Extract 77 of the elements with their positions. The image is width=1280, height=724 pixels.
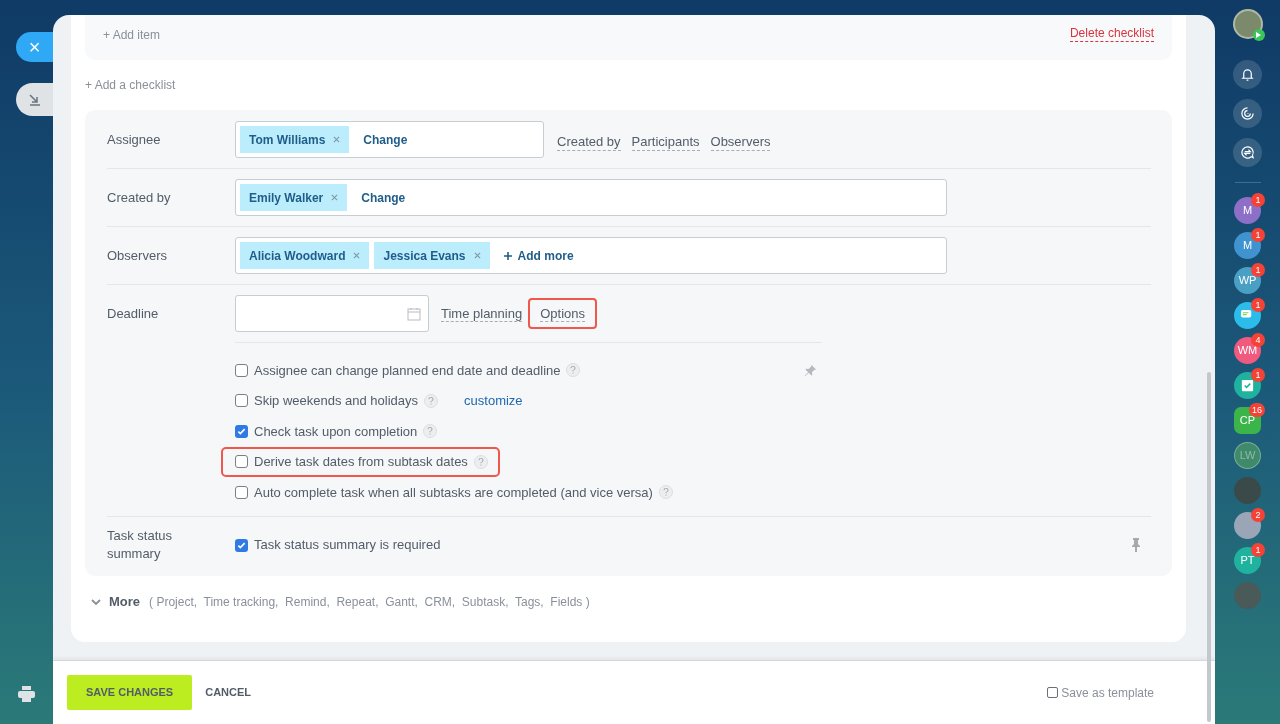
person-tag[interactable]: Jessica Evans xyxy=(374,242,490,269)
checkbox[interactable] xyxy=(235,424,248,438)
spiral-icon xyxy=(1240,106,1255,121)
collapse-button[interactable] xyxy=(16,83,53,116)
people-field[interactable]: Tom Williams Change xyxy=(235,121,544,158)
checkbox[interactable] xyxy=(235,394,248,408)
checked-box-icon xyxy=(1240,378,1255,393)
role-link[interactable]: Created by xyxy=(557,133,621,151)
notifications-button[interactable] xyxy=(1233,60,1262,89)
change-link[interactable]: Add more xyxy=(503,246,574,265)
field-label: Observers xyxy=(107,246,168,265)
date-field[interactable] xyxy=(235,295,429,332)
checkbox[interactable] xyxy=(235,455,248,469)
count-badge: 1 xyxy=(1251,543,1265,557)
person-tag[interactable]: Tom Williams xyxy=(240,126,350,153)
chat-button[interactable] xyxy=(1233,138,1262,167)
option-row[interactable]: Skip weekends and holidays customize xyxy=(235,385,523,416)
count-badge: 4 xyxy=(1251,333,1265,347)
change-link[interactable]: Change xyxy=(361,188,406,207)
chat-arrows-icon xyxy=(1240,145,1255,160)
add-checklist-link[interactable]: + Add a checklist xyxy=(85,76,176,94)
people-field[interactable]: Emily Walker Change xyxy=(235,179,947,216)
avatar-photo[interactable] xyxy=(1232,9,1263,39)
option-row[interactable]: Derive task dates from subtask dates xyxy=(221,446,500,477)
option-label: Skip weekends and holidays xyxy=(254,392,419,410)
avatar-photo[interactable] xyxy=(1234,512,1261,539)
remove-icon[interactable] xyxy=(331,194,339,201)
deadline-link[interactable]: Time planning xyxy=(435,299,529,328)
chevron-down-icon xyxy=(91,598,101,606)
spiral-button[interactable] xyxy=(1233,99,1262,128)
remove-icon[interactable] xyxy=(353,252,361,259)
more-toggle[interactable]: More xyxy=(91,592,141,612)
option-label: Assignee can change planned end date and deadline xyxy=(254,361,561,380)
chat-avatar[interactable] xyxy=(1234,302,1261,329)
checkbox[interactable] xyxy=(235,363,248,377)
option-row[interactable]: Auto complete task when all subtasks are completed (and vice versa) xyxy=(235,477,673,508)
more-fields-list: ( Project, Time tracking, Remind, Repeat, Gantt, CRM, Subtask, Tags, Fields ) xyxy=(149,593,590,611)
field-label: Deadline xyxy=(107,304,160,323)
customize-link[interactable]: customize xyxy=(464,391,523,411)
save-changes-button[interactable]: SAVE CHANGES xyxy=(67,675,193,710)
cancel-button[interactable]: CANCEL xyxy=(204,684,253,701)
count-badge: 1 xyxy=(1251,263,1265,277)
option-label: Derive task dates from subtask dates xyxy=(254,453,468,471)
option-label: Check task upon completion xyxy=(254,422,418,441)
person-tag[interactable]: Emily Walker xyxy=(240,184,348,211)
arrow-down-right-icon xyxy=(27,92,42,107)
option-label: Auto complete task when all subtasks are completed (and vice versa) xyxy=(254,483,653,502)
plus-icon xyxy=(503,251,512,260)
option-row[interactable]: Assignee can change planned end date and deadline xyxy=(235,355,581,386)
count-badge: 1 xyxy=(1251,193,1265,207)
delete-checklist-link[interactable]: Delete checklist xyxy=(1069,26,1154,42)
printer-icon[interactable] xyxy=(18,686,35,702)
template-label: Save as template xyxy=(1061,684,1154,702)
count-badge: 1 xyxy=(1251,298,1265,312)
role-link[interactable]: Participants xyxy=(631,133,700,151)
task-avatar[interactable] xyxy=(1234,372,1261,399)
field-label: Task status summary xyxy=(107,527,174,563)
people-field[interactable]: Alicia Woodward Jessica Evans Add more xyxy=(235,237,947,274)
template-checkbox[interactable] xyxy=(1047,687,1059,698)
pin-icon[interactable] xyxy=(1131,538,1141,552)
checkbox[interactable] xyxy=(235,485,248,499)
person-tag[interactable]: Alicia Woodward xyxy=(240,242,370,269)
bell-icon xyxy=(1240,67,1255,82)
field-label: Created by xyxy=(107,188,172,207)
remove-icon[interactable] xyxy=(333,136,341,143)
role-link[interactable]: Observers xyxy=(710,133,771,151)
option-row[interactable]: Check task upon completion xyxy=(235,416,438,447)
count-badge: 2 xyxy=(1251,508,1265,522)
count-badge: 1 xyxy=(1251,228,1265,242)
checkbox[interactable] xyxy=(235,538,248,552)
field-label: Assignee xyxy=(107,130,162,149)
count-badge: 1 xyxy=(1251,368,1265,382)
remove-icon[interactable] xyxy=(473,252,481,259)
calendar-icon xyxy=(407,306,421,321)
deadline-link[interactable]: Options xyxy=(528,297,597,330)
option-label: Task status summary is required xyxy=(254,536,441,555)
change-link[interactable]: Change xyxy=(363,130,408,149)
